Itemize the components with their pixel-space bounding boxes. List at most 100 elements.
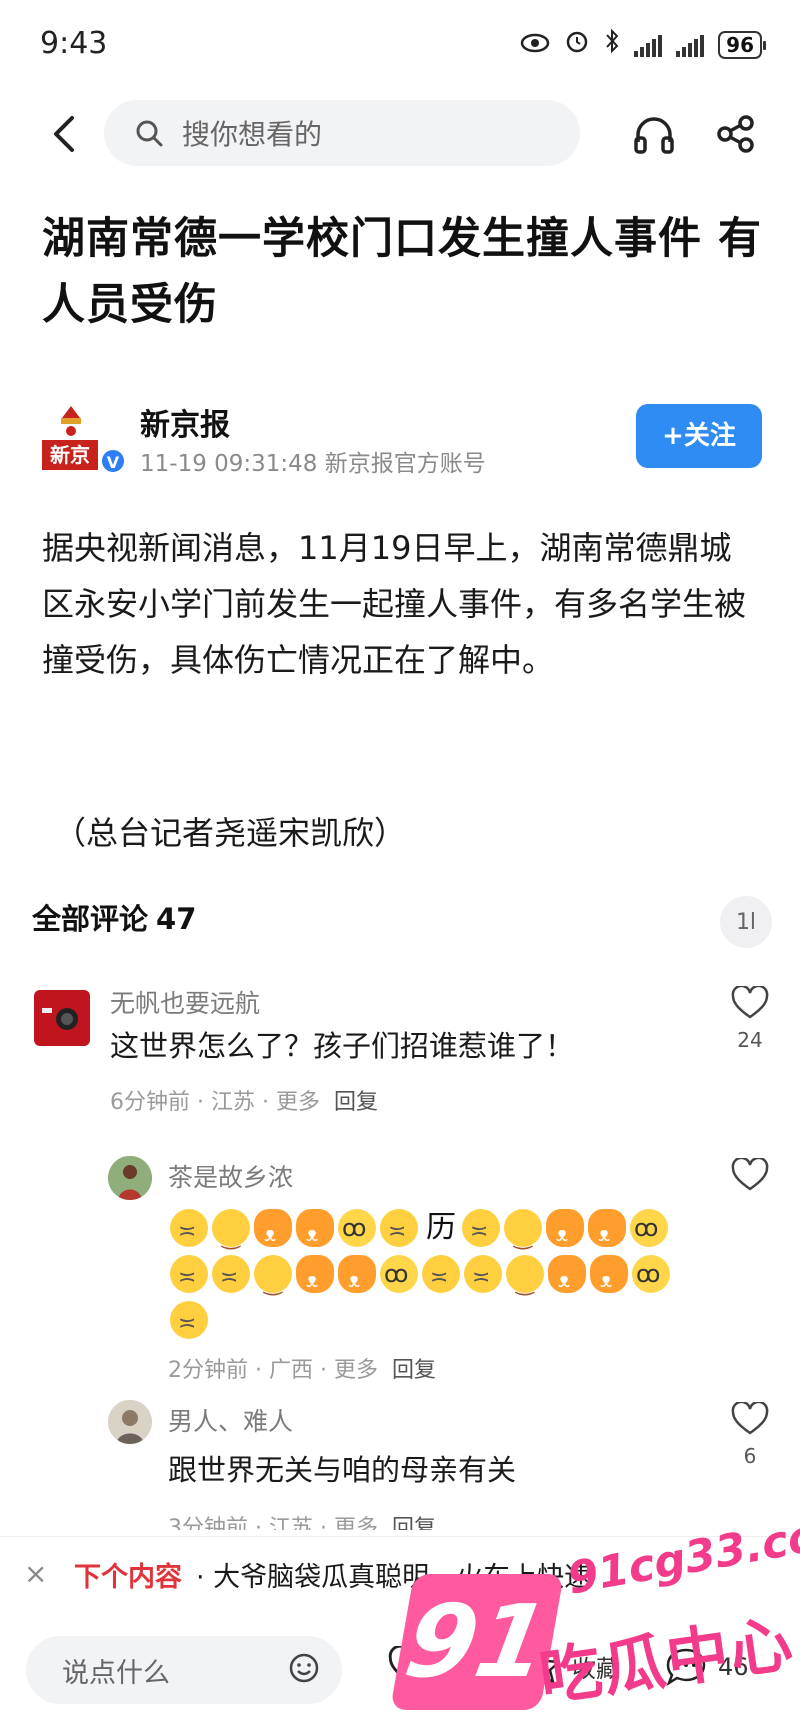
emoji-sleepy-icon <box>464 1255 502 1301</box>
emoji-glasses-icon <box>380 1251 418 1297</box>
emoji-inline-text: 历 <box>426 1209 458 1245</box>
article-title: 湖南常德一学校门口发生撞人事件 有人员受伤 <box>42 214 762 330</box>
close-icon[interactable]: × <box>24 1557 47 1590</box>
emoji-smirk-icon <box>212 1208 250 1261</box>
reply-button[interactable]: 回复 <box>334 1090 378 1115</box>
avatar[interactable] <box>108 1400 152 1444</box>
battery-icon: 96 <box>718 30 766 59</box>
next-content-bar: × 下个内容 · 大爷脑袋瓜真聪明，火车上快速 <box>0 1536 800 1608</box>
like-article-count: 14 <box>442 1652 473 1680</box>
comment-time: 6分钟前 <box>110 1090 190 1115</box>
emoji-glasses-icon <box>630 1205 668 1251</box>
favorite-label: 收藏 <box>572 1654 620 1683</box>
emoji-cat-icon <box>588 1208 626 1257</box>
comment-more[interactable]: 更多 <box>276 1090 320 1115</box>
search-placeholder: 搜你想看的 <box>182 118 323 151</box>
status-icons: 96 <box>520 28 766 61</box>
comment-bubble-icon <box>666 1648 706 1687</box>
emoji-smirk-icon <box>506 1255 544 1307</box>
avatar[interactable] <box>108 1156 152 1200</box>
alarm-icon <box>564 28 590 61</box>
emoji-sleepy-icon <box>380 1208 418 1255</box>
like-button[interactable] <box>728 1156 772 1200</box>
like-button[interactable]: 6 <box>728 1400 772 1468</box>
comment-text: 这世界怎么了？孩子们招谁惹谁了！ <box>110 1029 575 1063</box>
person-avatar-icon <box>108 1400 152 1444</box>
bluetooth-icon <box>604 28 620 61</box>
comment-region: 江苏 <box>268 1516 313 1530</box>
author-avatar[interactable]: 新京 V <box>42 404 126 476</box>
emoji-sleepy-icon <box>170 1255 208 1301</box>
article-credit: （总台记者尧遥宋凯欣） <box>54 814 407 852</box>
comment-more[interactable]: 更多 <box>334 1516 378 1530</box>
emoji-content: 历 <box>170 1204 690 1347</box>
comment-input-placeholder: 说点什么 <box>62 1657 170 1689</box>
comments-header: 全部评论 47 1l <box>32 896 772 948</box>
author-name[interactable]: 新京报 <box>140 400 230 444</box>
emoji-sleepy-icon <box>170 1208 208 1255</box>
emoji-cat-icon <box>338 1255 376 1303</box>
comment-more[interactable]: 更多 <box>334 1358 378 1383</box>
comment-region: 江苏 <box>210 1090 255 1115</box>
emoji-cat-icon <box>548 1255 586 1303</box>
next-content-label: 下个内容 <box>74 1562 182 1593</box>
listen-button[interactable] <box>630 110 678 158</box>
chevron-left-icon <box>54 116 74 152</box>
emoji-cat-icon <box>254 1208 292 1257</box>
article-body: 据央视新闻消息，11月19日早上，湖南常德鼎城区永安小学门前发生一起撞人事件，有… <box>42 529 747 679</box>
emoji-smirk-icon <box>504 1208 542 1261</box>
like-article-button[interactable]: 14 <box>388 1646 473 1686</box>
author-logo: 新京 <box>42 440 98 470</box>
like-button[interactable]: 24 <box>728 984 772 1052</box>
eye-icon <box>520 30 550 60</box>
follow-button[interactable]: +关注 <box>636 404 762 468</box>
comments-button-count: 46 <box>718 1653 749 1681</box>
like-count: 24 <box>737 1028 763 1052</box>
comment-meta: 6分钟前 · 江苏 · 更多 回复 <box>110 1090 379 1115</box>
heart-icon <box>731 1156 769 1191</box>
share-icon <box>717 115 754 153</box>
star-icon <box>523 1648 561 1684</box>
comment-meta: 3分钟前 · 江苏 · 更多 回复 <box>168 1510 436 1530</box>
comment-input[interactable]: 说点什么 <box>26 1636 342 1704</box>
status-bar: 9:43 96 <box>0 0 800 90</box>
comment-region: 广西 <box>268 1358 313 1383</box>
comment-author[interactable]: 茶是故乡浓 <box>168 1158 293 1194</box>
search-icon <box>136 120 163 147</box>
comments-button[interactable]: 46 <box>664 1646 749 1688</box>
sort-button[interactable]: 1l <box>720 896 772 948</box>
signal-icon <box>634 33 663 57</box>
back-button[interactable] <box>40 110 88 158</box>
logo-emblem-icon <box>61 406 81 436</box>
comment-author[interactable]: 无帆也要远航 <box>110 984 260 1020</box>
bottom-bar: 说点什么 14 收藏 46 <box>0 1618 800 1727</box>
emoji-sleepy-icon <box>462 1208 500 1255</box>
next-content-title[interactable]: · 大爷脑袋瓜真聪明，火车上快速 <box>196 1555 591 1594</box>
emoji-picker-icon[interactable] <box>288 1652 320 1692</box>
comment-author[interactable]: 男人、难人 <box>168 1402 293 1438</box>
comment-time: 2分钟前 <box>168 1358 248 1383</box>
comment-text: 跟世界无关与咱的母亲有关 <box>168 1453 517 1487</box>
reply-button[interactable]: 回复 <box>392 1358 436 1383</box>
comment-meta: 2分钟前 · 广西 · 更多 回复 <box>168 1358 437 1383</box>
search-input[interactable]: 搜你想看的 <box>104 100 580 166</box>
heart-icon <box>388 1646 432 1684</box>
emoji-cat-icon <box>590 1255 628 1303</box>
emoji-glasses-icon <box>338 1205 376 1251</box>
reply-button[interactable]: 回复 <box>392 1516 436 1530</box>
emoji-smirk-icon <box>254 1255 292 1307</box>
sort-icon: 1l <box>735 909 757 935</box>
like-count: 6 <box>743 1444 757 1468</box>
emoji-cat-icon <box>296 1208 334 1257</box>
share-button[interactable] <box>712 110 760 158</box>
avatar[interactable] <box>34 990 90 1046</box>
signal-2-icon <box>676 33 705 57</box>
author-row: 新京 V 新京报 11-19 09:31:48 新京报官方账号 +关注 <box>42 396 762 477</box>
comments-count: 47 <box>156 902 197 936</box>
comments-title: 全部评论 <box>32 902 149 936</box>
emoji-cat-icon <box>546 1208 584 1257</box>
favorite-button[interactable]: 收藏 <box>522 1646 620 1686</box>
emoji-glasses-icon <box>632 1251 670 1297</box>
status-time: 9:43 <box>40 26 108 61</box>
person-avatar-icon <box>108 1156 152 1200</box>
